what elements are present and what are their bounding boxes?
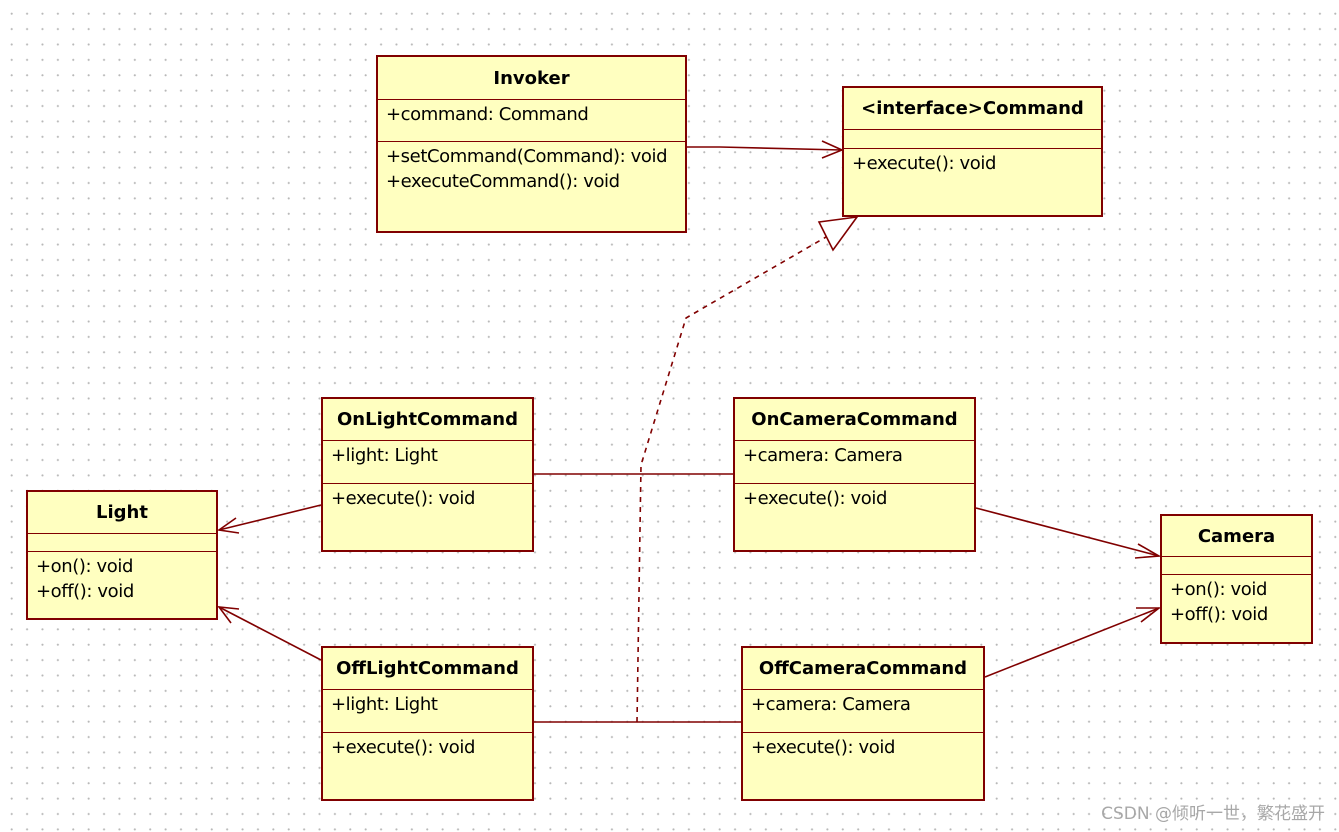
operation: +on(): void [36, 556, 134, 577]
attributes-section: +camera: Camera [735, 441, 974, 484]
operation: +setCommand(Command): void [386, 146, 668, 167]
class-name: OnCameraCommand [735, 399, 974, 441]
class-on-camera-command[interactable]: OnCameraCommand +camera: Camera +execute()… [733, 397, 976, 552]
attributes-section: +light: Light [323, 441, 532, 484]
class-name: Light [28, 492, 216, 534]
operation: +execute(): void [751, 737, 895, 758]
operations-section: +execute(): void [735, 484, 974, 513]
operation: +execute(): void [743, 488, 887, 509]
operation: +execute(): void [852, 153, 996, 174]
operations-section: +on(): void +off(): void [1162, 575, 1311, 629]
association-oncamera-camera [975, 507, 1162, 559]
operations-section: +setCommand(Command): void +executeComman… [378, 142, 685, 196]
operation: +executeCommand(): void [386, 171, 620, 192]
attributes-section: +camera: Camera [743, 690, 983, 733]
attributes-section: +command: Command [378, 100, 685, 142]
class-name: OnLightCommand [323, 399, 532, 441]
class-name: Camera [1162, 516, 1311, 557]
operations-section: +execute(): void [743, 733, 983, 762]
operations-section: +execute(): void [323, 733, 532, 762]
class-command[interactable]: <interface>Command +execute(): void [842, 86, 1103, 217]
class-name: <interface>Command [844, 88, 1101, 130]
operation: +off(): void [36, 581, 134, 602]
class-camera[interactable]: Camera +on(): void +off(): void [1160, 514, 1313, 644]
operation: +off(): void [1170, 604, 1268, 625]
class-name: OffCameraCommand [743, 648, 983, 690]
class-invoker[interactable]: Invoker +command: Command +setCommand(Comm… [376, 55, 687, 233]
association-invoker-command [686, 140, 845, 159]
operation: +execute(): void [331, 737, 475, 758]
attribute: +command: Command [386, 104, 589, 125]
class-name: Invoker [378, 57, 685, 100]
operations-section: +execute(): void [844, 149, 1101, 178]
class-name: OffLightCommand [323, 648, 532, 690]
attributes-section [844, 130, 1101, 149]
operation: +execute(): void [331, 488, 475, 509]
class-off-light-command[interactable]: OffLightCommand +light: Light +execute(): … [321, 646, 534, 801]
attributes-section: +light: Light [323, 690, 532, 733]
class-on-light-command[interactable]: OnLightCommand +light: Light +execute(): v… [321, 397, 534, 552]
attributes-section [1162, 557, 1311, 575]
attribute: +light: Light [331, 445, 438, 466]
attribute: +light: Light [331, 694, 438, 715]
attribute: +camera: Camera [743, 445, 903, 466]
watermark: CSDN @倾听一世，繁花盛开 [1101, 804, 1325, 824]
operation: +on(): void [1170, 579, 1268, 600]
attributes-section [28, 534, 216, 552]
attribute: +camera: Camera [751, 694, 911, 715]
operations-section: +execute(): void [323, 484, 532, 513]
class-off-camera-command[interactable]: OffCameraCommand +camera: Camera +execute(… [741, 646, 985, 801]
class-light[interactable]: Light +on(): void +off(): void [26, 490, 218, 620]
association-onlight-light [216, 504, 322, 534]
operations-section: +on(): void +off(): void [28, 552, 216, 606]
association-offlight-light [217, 606, 322, 661]
association-offcamera-camera [984, 607, 1162, 678]
